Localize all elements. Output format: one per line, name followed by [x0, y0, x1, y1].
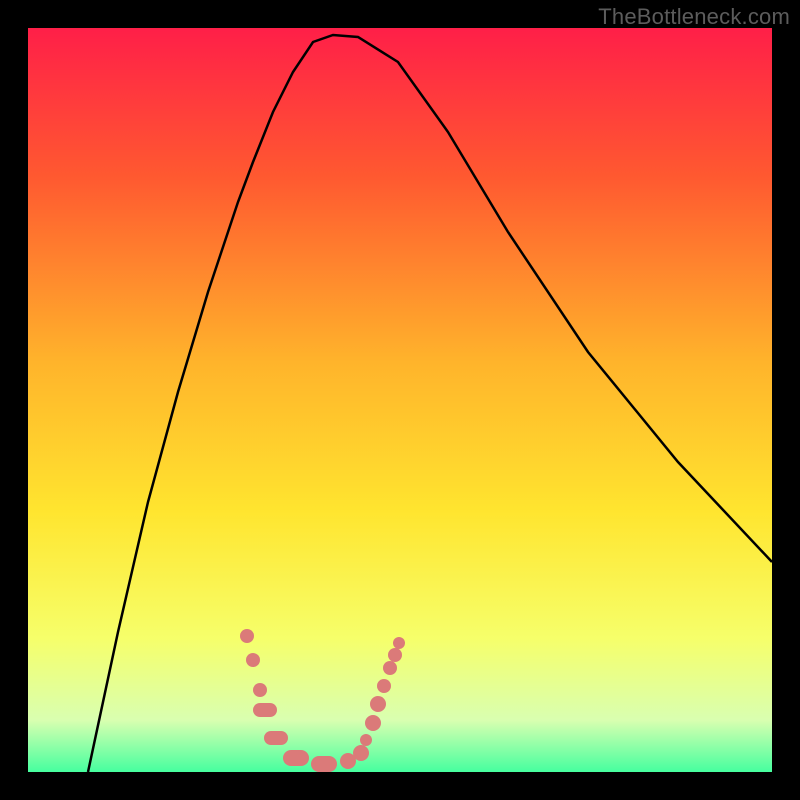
data-marker	[393, 637, 405, 649]
data-marker	[360, 734, 372, 746]
data-marker	[353, 745, 369, 761]
data-marker	[370, 696, 386, 712]
watermark-text: TheBottleneck.com	[598, 4, 790, 30]
data-marker	[365, 715, 381, 731]
plot-area	[28, 28, 772, 772]
data-marker	[253, 703, 276, 717]
data-marker	[311, 756, 337, 772]
data-marker	[264, 731, 287, 745]
data-marker	[388, 648, 402, 662]
data-marker	[246, 653, 260, 667]
data-marker	[383, 661, 397, 675]
data-marker	[240, 629, 254, 643]
chart-canvas: TheBottleneck.com	[0, 0, 800, 800]
data-marker	[283, 750, 309, 766]
data-marker	[253, 683, 267, 697]
bottleneck-curve	[28, 28, 772, 772]
data-marker	[377, 679, 391, 693]
